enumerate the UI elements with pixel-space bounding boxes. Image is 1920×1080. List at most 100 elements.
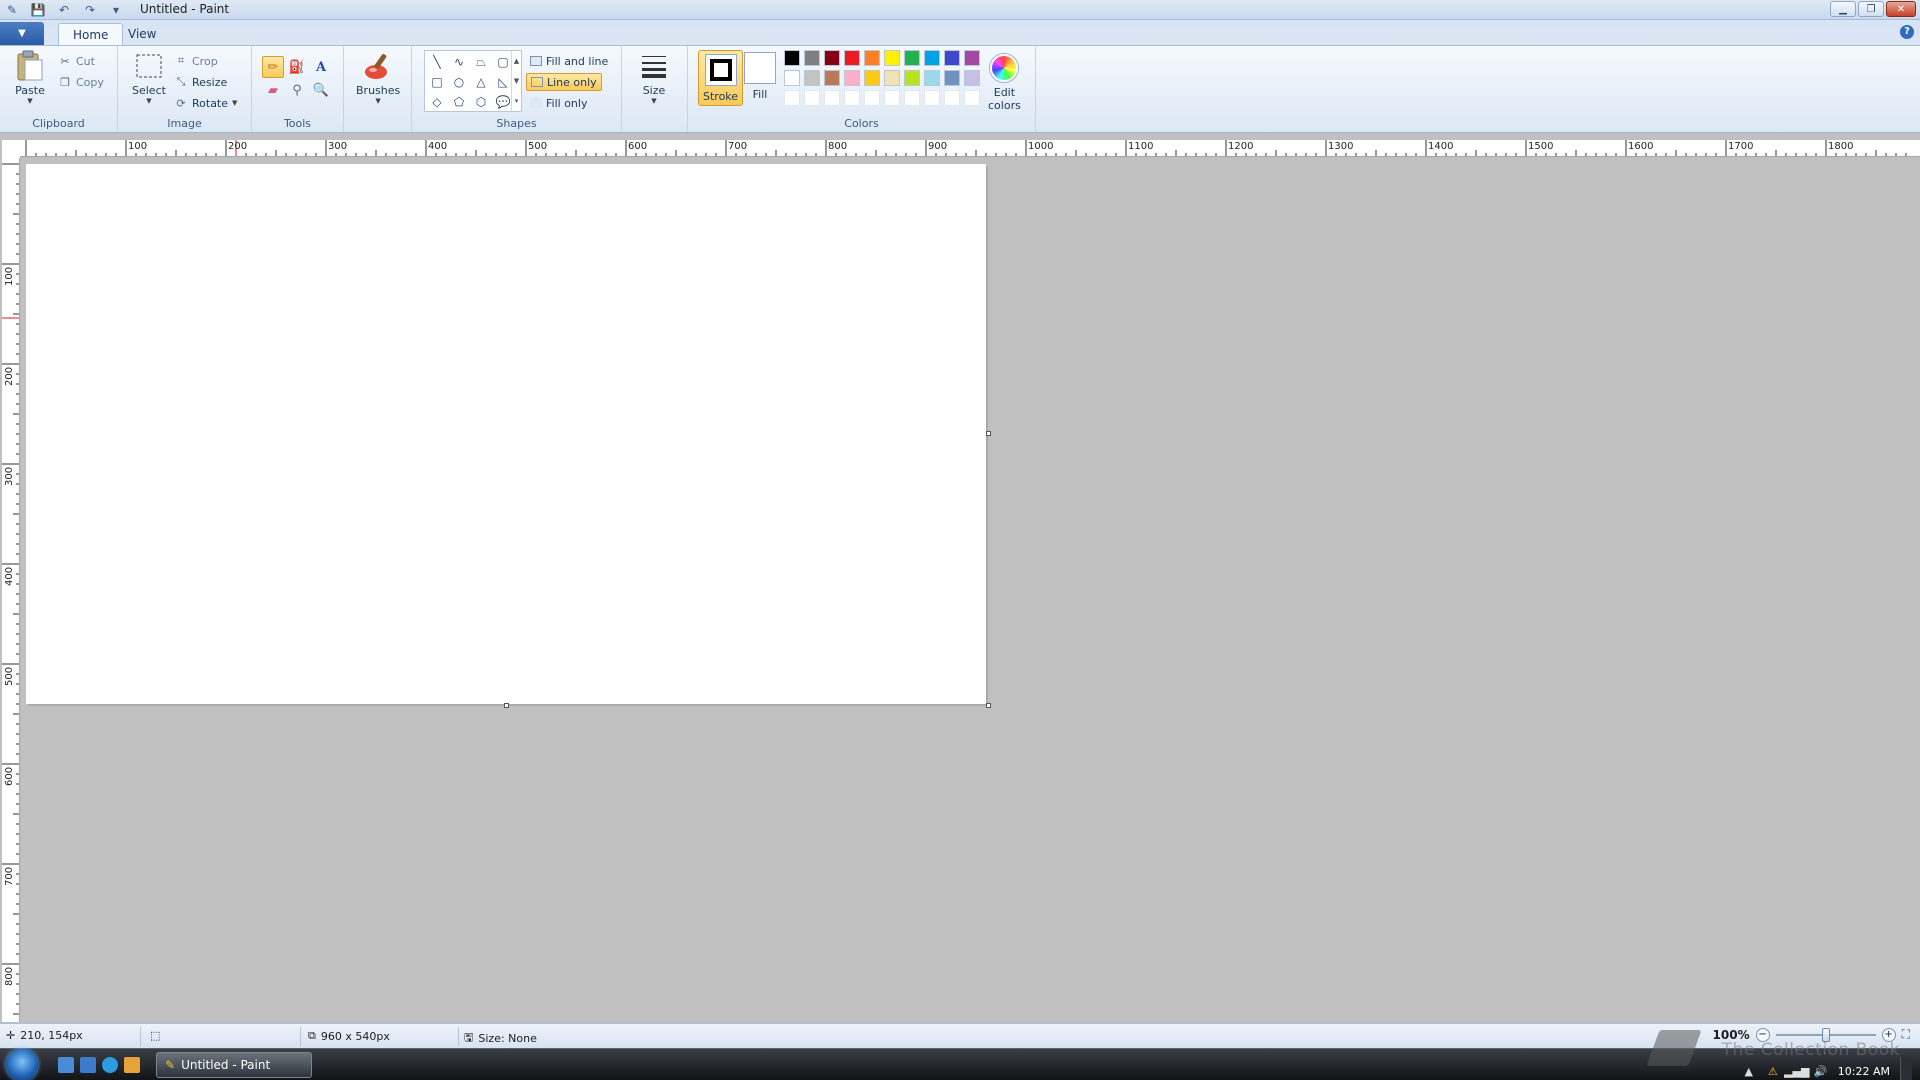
fill-color-button[interactable]: Fill: [744, 52, 776, 101]
curve-shape-icon[interactable]: ∿: [449, 53, 469, 71]
media-player-icon[interactable]: [124, 1057, 140, 1073]
clock[interactable]: 10:22 AM: [1838, 1065, 1890, 1078]
palette-color-swatch[interactable]: [884, 70, 900, 86]
tab-view[interactable]: View: [114, 23, 170, 45]
resize-handle-bottom[interactable]: [504, 703, 509, 708]
text-tool-icon[interactable]: A: [310, 56, 332, 78]
diamond-shape-icon[interactable]: ◇: [427, 93, 447, 111]
show-desktop-icon[interactable]: [58, 1057, 74, 1073]
switch-windows-icon[interactable]: [80, 1057, 96, 1073]
cut-button[interactable]: ✂ Cut: [58, 52, 95, 70]
palette-color-swatch[interactable]: [924, 70, 940, 86]
crop-button[interactable]: ⌗ Crop: [174, 52, 218, 70]
zoom-slider[interactable]: [1775, 1027, 1876, 1042]
palette-custom-color-slot[interactable]: [804, 90, 820, 106]
scroll-up-icon[interactable]: ▲: [514, 57, 519, 65]
select-rectangle-icon: [133, 50, 165, 82]
oval-shape-icon[interactable]: ○: [449, 73, 469, 91]
palette-custom-color-slot[interactable]: [844, 90, 860, 106]
palette-color-swatch[interactable]: [944, 70, 960, 86]
eraser-icon[interactable]: ▰: [262, 79, 284, 101]
palette-color-swatch[interactable]: [924, 50, 940, 66]
palette-color-swatch[interactable]: [784, 70, 800, 86]
shapes-scrollbar[interactable]: ▲ ▼ ▾: [511, 51, 521, 111]
paint-menu-button[interactable]: ▼: [0, 22, 44, 45]
palette-color-swatch[interactable]: [964, 50, 980, 66]
show-desktop-button[interactable]: [1900, 1057, 1912, 1080]
palette-color-swatch[interactable]: [844, 50, 860, 66]
scroll-down-icon[interactable]: ▼: [514, 77, 519, 85]
line-only-option[interactable]: Line only: [526, 73, 602, 91]
warning-icon[interactable]: ⚠: [1766, 1064, 1780, 1078]
rounded-rectangle-shape-icon[interactable]: ▢: [493, 53, 513, 71]
brushes-button[interactable]: Brushes ▼: [356, 50, 400, 105]
palette-color-swatch[interactable]: [884, 50, 900, 66]
select-button[interactable]: Select ▼: [132, 50, 166, 105]
palette-color-swatch[interactable]: [944, 50, 960, 66]
rotate-button[interactable]: ⟳ Rotate ▼: [174, 94, 237, 112]
pencil-icon[interactable]: ✏: [262, 56, 284, 78]
start-button[interactable]: [6, 1049, 38, 1080]
close-button[interactable]: ✕: [1886, 1, 1916, 17]
fill-bucket-icon[interactable]: ⛽: [286, 56, 308, 78]
undo-icon[interactable]: ↶: [56, 2, 72, 18]
polygon-shape-icon[interactable]: ⏢: [471, 53, 491, 71]
palette-color-swatch[interactable]: [784, 50, 800, 66]
palette-custom-color-slot[interactable]: [824, 90, 840, 106]
triangle-shape-icon[interactable]: △: [471, 73, 491, 91]
palette-custom-color-slot[interactable]: [864, 90, 880, 106]
drawing-canvas[interactable]: [26, 164, 986, 704]
watermark-text: The Collection Book: [1721, 1040, 1900, 1060]
paste-button[interactable]: Paste ▼: [14, 50, 46, 105]
palette-custom-color-slot[interactable]: [904, 90, 920, 106]
resize-handle-right[interactable]: [986, 431, 991, 436]
expand-gallery-icon[interactable]: ▾: [515, 97, 519, 105]
palette-color-swatch[interactable]: [844, 70, 860, 86]
horizontal-ruler-label: 700: [728, 141, 748, 152]
palette-color-swatch[interactable]: [824, 50, 840, 66]
redo-icon[interactable]: ↷: [82, 2, 98, 18]
network-icon[interactable]: ▂▄▆: [1784, 1064, 1809, 1078]
paint-app-icon[interactable]: ✎: [4, 2, 20, 18]
size-button[interactable]: Size ▼: [638, 50, 670, 105]
resize-handle-corner[interactable]: [986, 703, 991, 708]
callout-shape-icon[interactable]: 💬: [493, 93, 513, 111]
palette-color-swatch[interactable]: [904, 50, 920, 66]
internet-explorer-icon[interactable]: [102, 1057, 118, 1073]
palette-color-swatch[interactable]: [804, 50, 820, 66]
volume-icon[interactable]: 🔊: [1814, 1064, 1828, 1078]
restore-button[interactable]: ❐: [1858, 1, 1884, 17]
resize-button[interactable]: ⤡ Resize: [174, 73, 228, 91]
taskbar-paint-item[interactable]: ✎ Untitled - Paint: [156, 1052, 312, 1078]
right-triangle-shape-icon[interactable]: ◺: [493, 73, 513, 91]
color-picker-icon[interactable]: ⚲: [286, 79, 308, 101]
palette-custom-color-slot[interactable]: [964, 90, 980, 106]
copy-button[interactable]: ❐ Copy: [58, 73, 104, 91]
palette-color-swatch[interactable]: [864, 50, 880, 66]
palette-custom-color-slot[interactable]: [884, 90, 900, 106]
fill-and-line-option[interactable]: Fill and line: [526, 52, 612, 70]
palette-color-swatch[interactable]: [964, 70, 980, 86]
pentagon-shape-icon[interactable]: ⬠: [449, 93, 469, 111]
magnifier-icon[interactable]: 🔍: [310, 79, 332, 101]
palette-custom-color-slot[interactable]: [944, 90, 960, 106]
fill-only-option[interactable]: Fill only: [526, 94, 591, 112]
edit-colors-button[interactable]: Edit colors: [988, 52, 1021, 112]
customize-toolbar-chevron-icon[interactable]: ▾: [108, 2, 124, 18]
line-shape-icon[interactable]: ╲: [427, 53, 447, 71]
vertical-ruler-ticks: [2, 163, 19, 1015]
palette-color-swatch[interactable]: [804, 70, 820, 86]
palette-color-swatch[interactable]: [904, 70, 920, 86]
palette-custom-color-slot[interactable]: [924, 90, 940, 106]
stroke-color-button[interactable]: Stroke: [698, 50, 744, 106]
hexagon-shape-icon[interactable]: ⬡: [471, 93, 491, 111]
save-icon[interactable]: 💾: [30, 2, 46, 18]
minimize-button[interactable]: ▁: [1830, 1, 1856, 17]
palette-color-swatch[interactable]: [824, 70, 840, 86]
fit-to-window-icon[interactable]: ⛶: [1902, 1027, 1910, 1042]
help-icon[interactable]: ?: [1900, 25, 1914, 39]
rectangle-shape-icon[interactable]: □: [427, 73, 447, 91]
palette-color-swatch[interactable]: [864, 70, 880, 86]
palette-custom-color-slot[interactable]: [784, 90, 800, 106]
show-hidden-icons-icon[interactable]: ▲: [1742, 1064, 1756, 1078]
